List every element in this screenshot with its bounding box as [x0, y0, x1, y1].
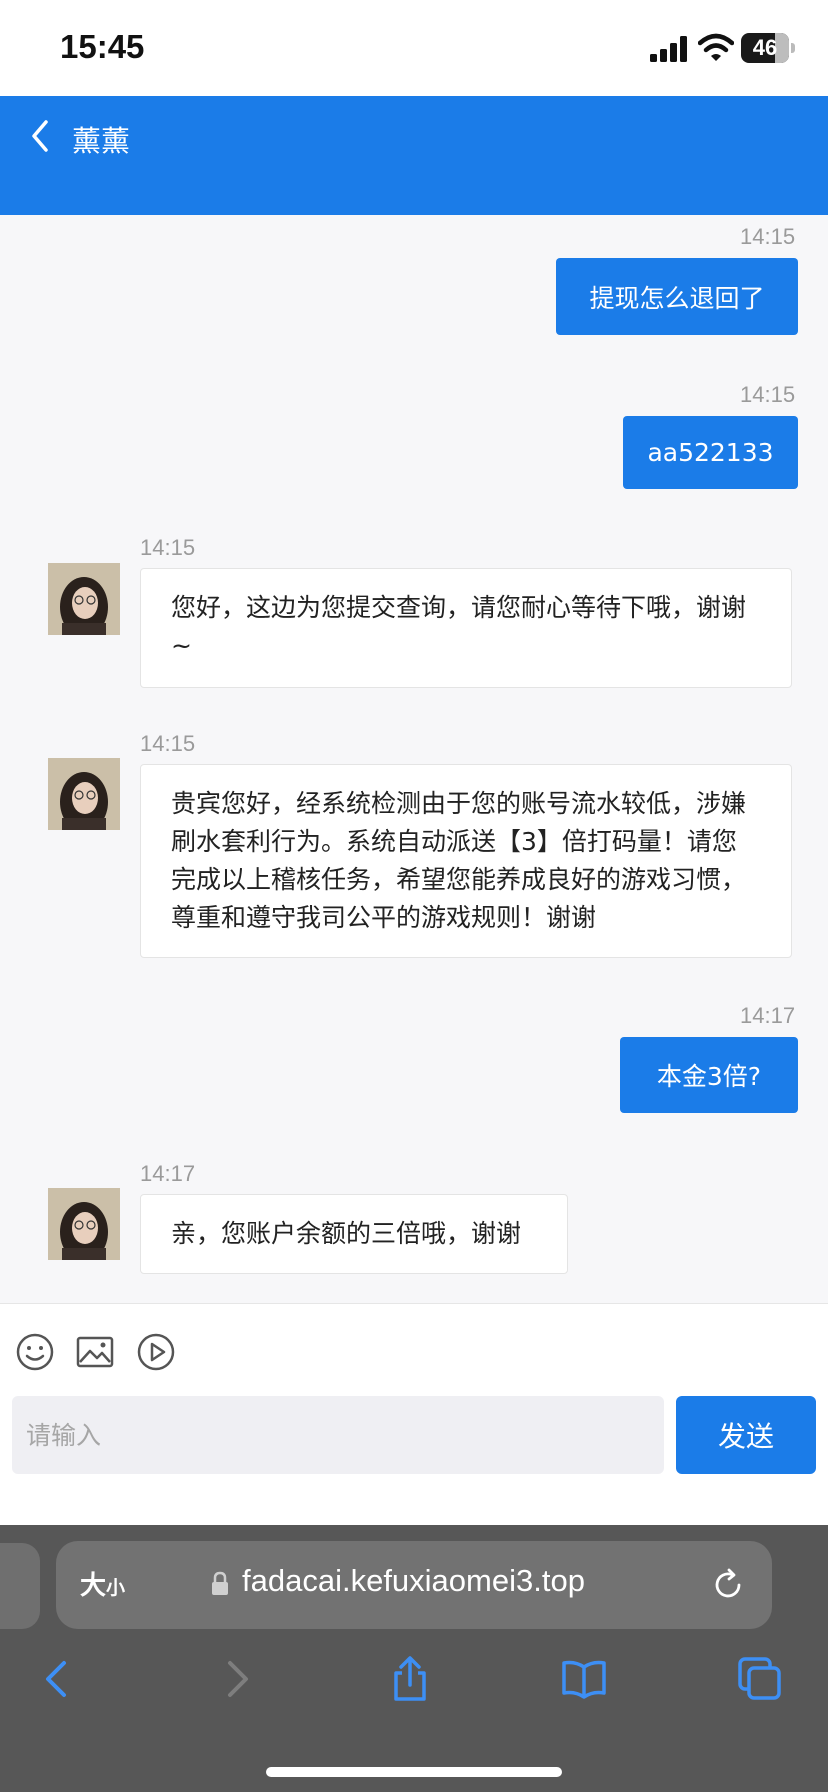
battery-icon: 46 — [741, 33, 795, 63]
forward-nav-icon[interactable] — [212, 1655, 260, 1703]
signal-icon — [650, 36, 687, 62]
video-icon[interactable] — [136, 1332, 176, 1372]
chat-header: 薰薰 — [0, 96, 828, 215]
message-time: 14:15 — [140, 535, 196, 560]
message-bubble-received[interactable]: 您好，这边为您提交查询，请您耐心等待下哦，谢谢~ — [140, 568, 792, 688]
avatar — [48, 758, 120, 830]
tabs-icon[interactable] — [736, 1655, 784, 1703]
reload-icon[interactable] — [710, 1567, 746, 1603]
battery-level: 46 — [752, 35, 778, 60]
lock-icon — [212, 1571, 228, 1595]
message-bubble-received[interactable]: 贵宾您好，经系统检测由于您的账号流水较低，涉嫌刷水套利行为。系统自动派送【3】倍… — [140, 764, 792, 958]
message-bubble-sent[interactable]: 本金3倍? — [620, 1037, 798, 1113]
message-bubble-received[interactable]: 亲，您账户余额的三倍哦，谢谢 — [140, 1194, 568, 1274]
browser-toolbar: 大小 fadacai.kefuxiaomei3.top — [0, 1525, 828, 1792]
message-time: 14:17 — [140, 1161, 196, 1186]
back-nav-icon[interactable] — [34, 1655, 82, 1703]
page-title: 薰薰 — [72, 124, 131, 158]
url-text: fadacai.kefuxiaomei3.top — [242, 1563, 585, 1598]
message-time: 14:15 — [140, 731, 196, 756]
back-icon[interactable] — [26, 116, 56, 156]
message-time: 14:17 — [740, 1003, 796, 1028]
emoji-icon[interactable] — [15, 1332, 55, 1372]
share-icon[interactable] — [386, 1655, 434, 1703]
wifi-icon — [698, 33, 734, 61]
address-bar[interactable]: 大小 fadacai.kefuxiaomei3.top — [56, 1541, 772, 1629]
message-bubble-sent[interactable]: aa522133 — [623, 416, 798, 489]
previous-tab-peek[interactable] — [0, 1543, 40, 1629]
message-input[interactable] — [12, 1396, 664, 1474]
avatar — [48, 563, 120, 635]
send-button[interactable]: 发送 — [676, 1396, 816, 1474]
home-indicator — [266, 1767, 562, 1777]
message-bubble-sent[interactable]: 提现怎么退回了 — [556, 258, 798, 335]
avatar — [48, 1188, 120, 1260]
message-time: 14:15 — [740, 224, 796, 249]
message-list[interactable]: 14:15 提现怎么退回了 14:15 aa522133 14:15 您好，这边… — [0, 215, 828, 1303]
message-time: 14:15 — [740, 382, 796, 407]
bookmarks-icon[interactable] — [560, 1655, 608, 1703]
image-icon[interactable] — [75, 1332, 115, 1372]
input-area: 发送 — [0, 1303, 828, 1526]
status-bar: 15:45 46 — [0, 0, 828, 96]
text-size-button[interactable]: 大小 — [80, 1565, 125, 1602]
status-time: 15:45 — [60, 28, 145, 65]
